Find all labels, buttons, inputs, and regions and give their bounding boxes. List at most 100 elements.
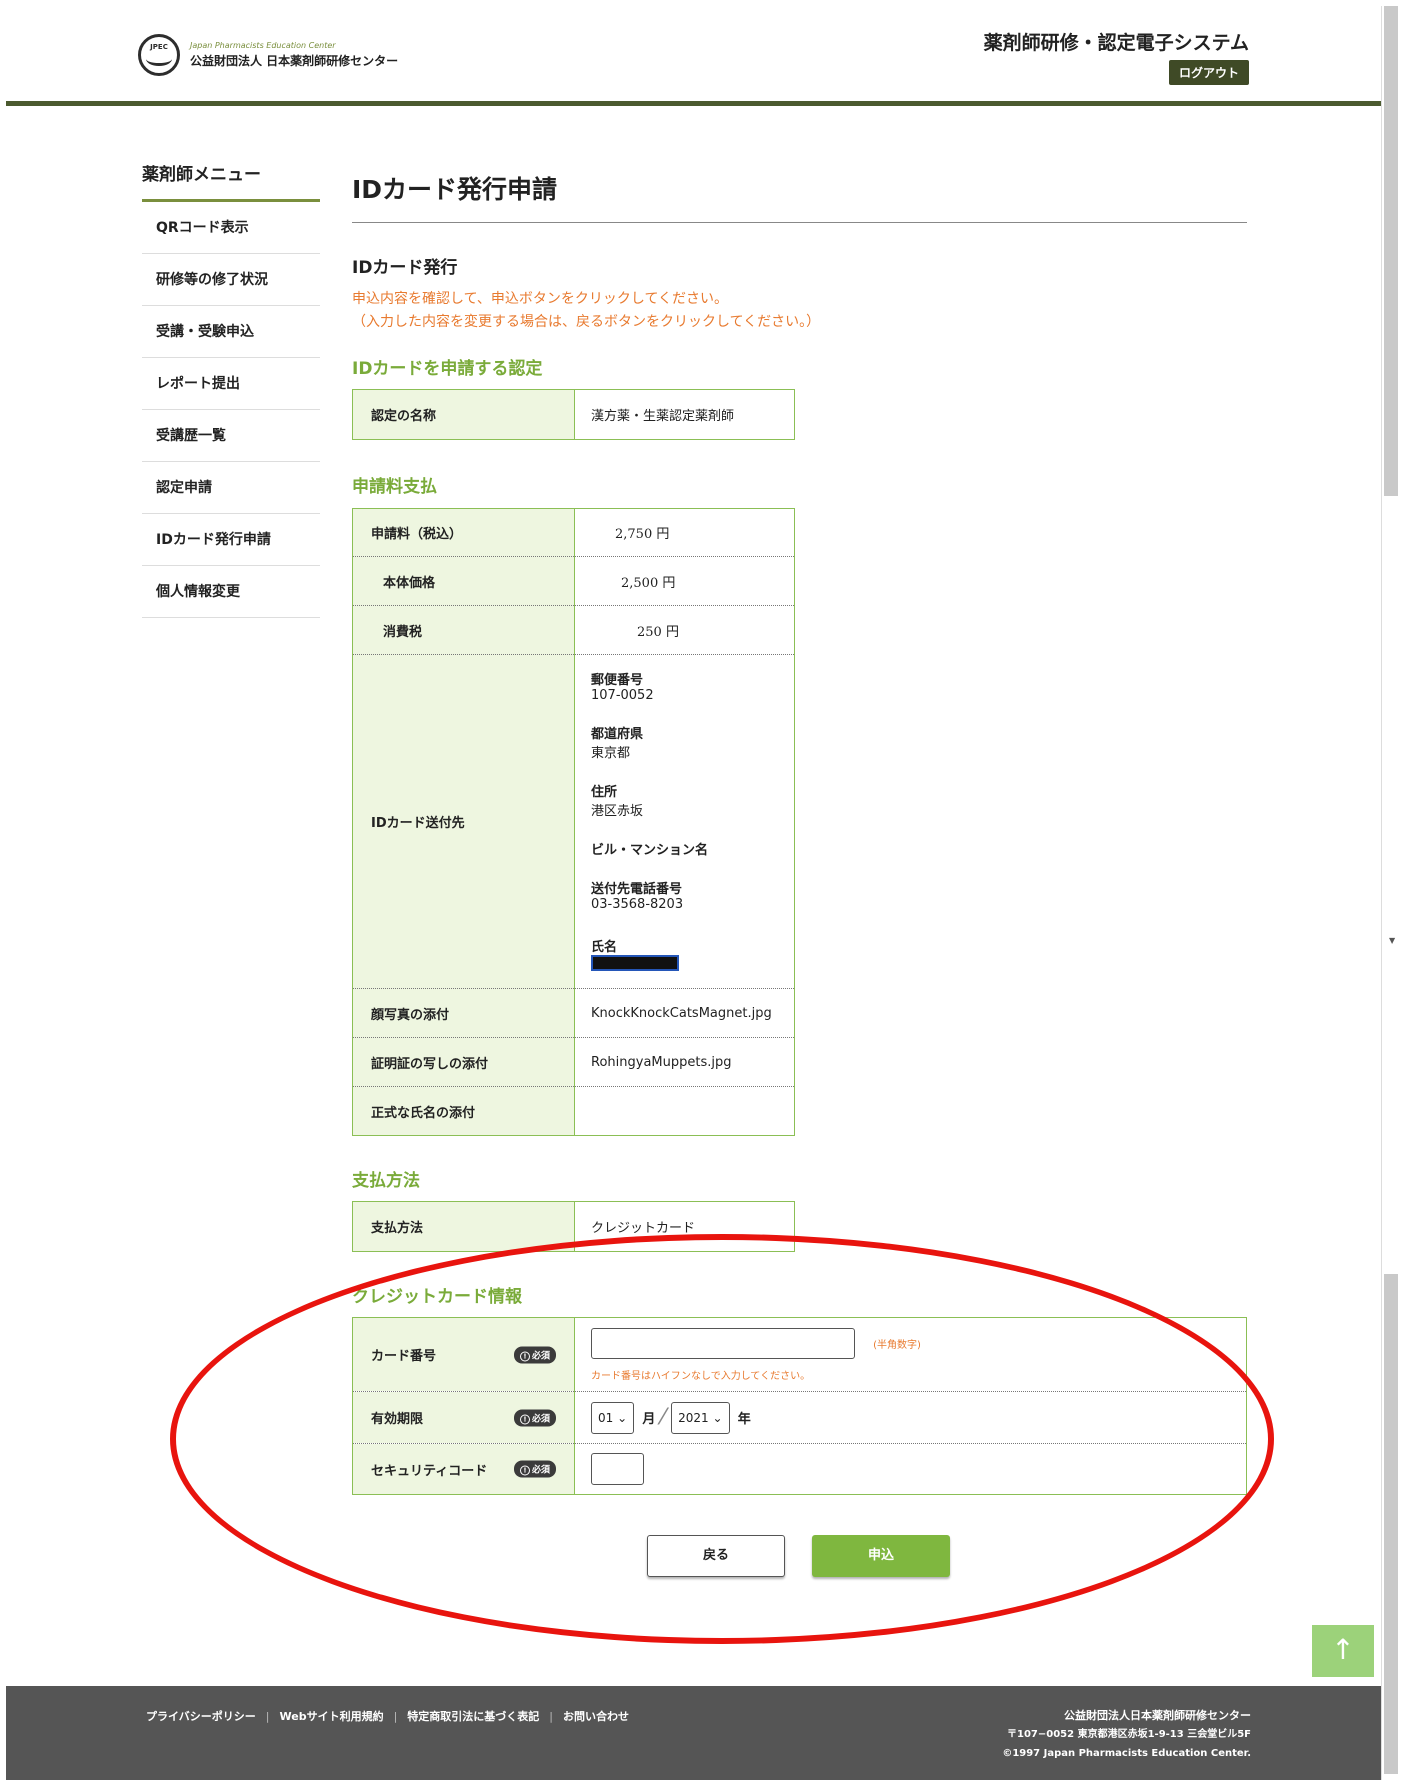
recipient-name-label: 氏名 (591, 940, 618, 955)
jpec-logo-icon: JPEC (138, 34, 180, 76)
fee-tax-value: 250 円 (574, 605, 795, 655)
site-header: JPEC Japan Pharmacists Education Center … (6, 6, 1381, 106)
required-badge: ! 必須 (513, 1460, 556, 1478)
year-unit: 年 (737, 1412, 751, 1427)
payment-table: 支払方法 クレジットカード (352, 1201, 795, 1252)
page-scrollbar[interactable]: ▲ ▼ (1381, 6, 1405, 1780)
system-title: 薬剤師研修・認定電子システム (983, 32, 1249, 54)
fee-base-label: 本体価格 (352, 556, 575, 606)
scrollbar-thumb[interactable] (1384, 6, 1398, 496)
fee-heading: 申請料支払 (352, 477, 437, 497)
security-code-cell (574, 1443, 1247, 1495)
scrollbar-track-lower[interactable] (1384, 1274, 1398, 1774)
site-logo[interactable]: JPEC Japan Pharmacists Education Center … (138, 34, 398, 76)
footer-link-terms[interactable]: Webサイト利用規約 (280, 1710, 384, 1723)
footer-org-name: 公益財団法人日本薬剤師研修センター (1064, 1709, 1251, 1722)
footer-org-info: 公益財団法人日本薬剤師研修センター 〒107−0052 東京都港区赤坂1-9-1… (1002, 1706, 1251, 1763)
apply-button[interactable]: 申込 (812, 1535, 950, 1577)
footer-links: プライバシーポリシー | Webサイト利用規約 | 特定商取引法に基づく表記 | お問い合わ… (146, 1710, 630, 1723)
arrow-up-icon: ↑ (1331, 1633, 1355, 1666)
dest-label: IDカード送付先 (352, 654, 575, 989)
footer-link-contact[interactable]: お問い合わせ (563, 1710, 629, 1723)
fee-table: 申請料（税込） 2,750 円 本体価格 2,500 円 消費税 250 円 I… (352, 508, 795, 1136)
expiry-cell: 01 ⌄ 月 ⁄ 2021 ⌄ 年 (574, 1391, 1247, 1444)
photo-filename: KnockKnockCatsMagnet.jpg (574, 988, 795, 1038)
footer-link-privacy[interactable]: プライバシーポリシー (146, 1710, 256, 1723)
sidebar-item-report-submission[interactable]: レポート提出 (142, 358, 320, 410)
phone-value: 03-3568-8203 (591, 897, 684, 912)
prefecture-value: 東京都 (591, 746, 631, 761)
cert-copy-filename: RohingyaMuppets.jpg (574, 1037, 795, 1087)
section-title: IDカード発行 (352, 258, 458, 278)
prefecture-label: 都道府県 (591, 727, 644, 742)
logo-english-text: Japan Pharmacists Education Center (190, 41, 336, 50)
security-code-label: セキュリティコード (371, 1463, 488, 1479)
info-required-icon: ! (519, 1414, 530, 1424)
expiry-label: 有効期限 (371, 1412, 424, 1427)
scroll-marker-icon: ▼ (1389, 936, 1396, 945)
date-separator: ⁄ (661, 1405, 666, 1430)
expiry-label-cell: 有効期限 ! 必須 (352, 1391, 575, 1444)
card-number-hint: (半角数字) (873, 1339, 921, 1351)
official-name-value (574, 1086, 795, 1136)
card-number-note: カード番号はハイフンなしで入力してください。 (591, 1370, 811, 1382)
back-button[interactable]: 戻る (647, 1535, 785, 1577)
cert-copy-label: 証明証の写しの添付 (352, 1037, 575, 1087)
sidebar-item-course-application[interactable]: 受講・受験申込 (142, 306, 320, 358)
security-code-label-cell: セキュリティコード ! 必須 (352, 1443, 575, 1495)
logout-button[interactable]: ログアウト (1168, 60, 1249, 85)
info-required-icon: ! (519, 1465, 530, 1476)
credit-card-table: カード番号 ! 必須 (半角数字) カード番号はハイフンなしで入力してください。 … (352, 1317, 1247, 1495)
sidebar-item-completion-status[interactable]: 研修等の修了状況 (142, 254, 320, 306)
building-label: ビル・マンション名 (591, 843, 709, 858)
credit-card-heading: クレジットカード情報 (352, 1287, 522, 1307)
back-to-top-button[interactable]: ↑ (1312, 1625, 1374, 1677)
redacted-name (591, 955, 679, 971)
chevron-down-icon: ⌄ (617, 1410, 628, 1425)
dest-address-block: 郵便番号 107-0052 都道府県 東京都 住所 港区赤坂 ビル・マンション名… (574, 654, 795, 989)
fee-base-value: 2,500 円 (574, 556, 795, 606)
logo-japanese-text: 公益財団法人 日本薬剤師研修センター (190, 54, 399, 68)
sidebar-item-id-card-application[interactable]: IDカード発行申請 (142, 514, 320, 566)
sidebar-item-qr-code[interactable]: QRコード表示 (142, 202, 320, 254)
instruction-notice: 申込内容を確認して、申込ボタンをクリックしてください。 （入力した内容を変更する… (352, 291, 821, 330)
site-footer: プライバシーポリシー | Webサイト利用規約 | 特定商取引法に基づく表記 | お問い合わ… (6, 1686, 1381, 1780)
payment-method-label: 支払方法 (352, 1201, 575, 1252)
photo-label: 顔写真の添付 (352, 988, 575, 1038)
sidebar-item-personal-info[interactable]: 個人情報変更 (142, 566, 320, 618)
postal-value: 107-0052 (591, 688, 654, 703)
phone-label: 送付先電話番号 (591, 882, 683, 897)
cert-name-value: 漢方薬・生薬認定薬剤師 (591, 409, 735, 424)
payment-heading: 支払方法 (352, 1171, 420, 1191)
page-title: IDカード発行申請 (352, 170, 1247, 223)
cert-heading: IDカードを申請する認定 (352, 359, 543, 379)
payment-method-value: クレジットカード (591, 1221, 696, 1236)
footer-address: 〒107−0052 東京都港区赤坂1-9-13 三会堂ビル5F (1007, 1729, 1251, 1740)
cert-table: 認定の名称 漢方薬・生薬認定薬剤師 (352, 389, 795, 440)
sidebar-item-certification-application[interactable]: 認定申請 (142, 462, 320, 514)
expiry-year-select[interactable]: 2021 ⌄ (671, 1401, 730, 1434)
footer-copyright: ©1997 Japan Pharmacists Education Center… (1002, 1748, 1251, 1759)
month-unit: 月 (642, 1412, 656, 1427)
security-code-input[interactable] (591, 1453, 644, 1485)
chevron-down-icon: ⌄ (712, 1410, 723, 1425)
postal-label: 郵便番号 (591, 673, 644, 688)
address-label: 住所 (591, 785, 618, 800)
sidebar-item-course-history[interactable]: 受講歴一覧 (142, 410, 320, 462)
address-value: 港区赤坂 (591, 804, 644, 819)
card-number-label: カード番号 (371, 1349, 437, 1364)
footer-link-commerce-law[interactable]: 特定商取引法に基づく表記 (407, 1710, 539, 1723)
required-badge: ! 必須 (513, 1346, 556, 1363)
card-number-cell: (半角数字) カード番号はハイフンなしで入力してください。 (575, 1318, 1247, 1392)
official-name-label: 正式な氏名の添付 (352, 1086, 575, 1136)
pharmacist-menu: 薬剤師メニュー QRコード表示 研修等の修了状況 受講・受験申込 レポート提出 … (142, 160, 320, 618)
info-required-icon: ! (519, 1351, 530, 1361)
sidebar-title: 薬剤師メニュー (142, 160, 320, 202)
required-badge: ! 必須 (513, 1409, 556, 1426)
card-number-input[interactable] (591, 1327, 855, 1359)
fee-total-label: 申請料（税込） (352, 508, 575, 557)
fee-tax-label: 消費税 (352, 605, 575, 655)
expiry-month-select[interactable]: 01 ⌄ (591, 1401, 635, 1434)
fee-total-value: 2,750 円 (615, 527, 670, 542)
main-content: IDカード発行申請 IDカード発行 申込内容を確認して、申込ボタンをクリックして… (352, 170, 1247, 1495)
